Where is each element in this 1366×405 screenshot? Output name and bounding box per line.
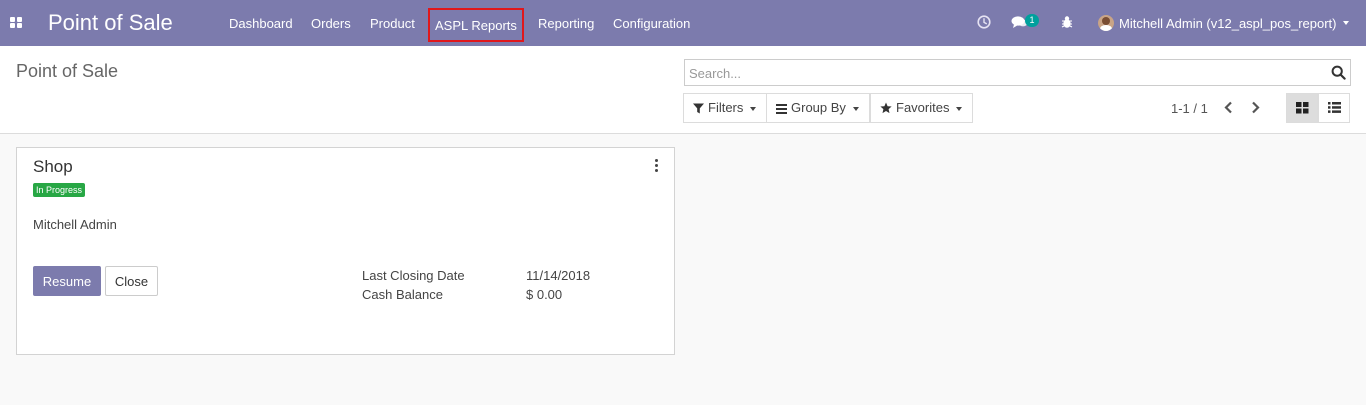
user-menu[interactable]: Mitchell Admin (v12_aspl_pos_report) [1119, 0, 1337, 46]
resume-button[interactable]: Resume [33, 266, 101, 296]
pager-value[interactable]: 1-1 / 1 [1171, 101, 1208, 116]
favorites-button[interactable]: Favorites [870, 93, 974, 123]
cash-balance-value: $ 0.00 [526, 287, 563, 302]
filter-icon [693, 103, 704, 114]
status-badge: In Progress [33, 183, 86, 197]
star-icon [880, 102, 892, 114]
last-closing-date-value: 11/14/2018 [526, 268, 591, 283]
session-user: Mitchell Admin [33, 217, 117, 232]
menu-product[interactable]: Product [370, 0, 415, 46]
chevron-down-icon[interactable] [1343, 21, 1349, 25]
bug-icon[interactable] [1061, 15, 1073, 32]
user-avatar[interactable] [1098, 15, 1114, 31]
last-closing-date-label: Last Closing Date [362, 268, 465, 283]
chevron-right-icon[interactable] [1251, 101, 1260, 117]
menu-dashboard[interactable]: Dashboard [229, 0, 293, 46]
kanban-icon [1296, 102, 1309, 114]
groupby-icon [776, 104, 787, 114]
menu-aspl-reports[interactable]: ASPL Reports [428, 8, 524, 42]
menu-reporting[interactable]: Reporting [538, 0, 594, 46]
top-navbar: Point of Sale Dashboard Orders Product A… [0, 0, 1366, 46]
kanban-view-button[interactable] [1286, 93, 1318, 123]
groupby-label: Group By [791, 100, 846, 115]
chevron-down-icon [956, 106, 963, 111]
app-brand[interactable]: Point of Sale [48, 9, 173, 37]
close-button[interactable]: Close [105, 266, 158, 296]
cash-balance-label: Cash Balance [362, 287, 443, 302]
pos-config-card: Shop In Progress Mitchell Admin Resume C… [16, 147, 675, 355]
chevron-down-icon [750, 106, 757, 111]
filters-label: Filters [708, 100, 744, 115]
chevron-left-icon[interactable] [1224, 101, 1233, 117]
apps-menu-icon[interactable] [10, 17, 23, 29]
list-view-button[interactable] [1318, 93, 1350, 123]
search-bar[interactable] [684, 59, 1351, 86]
search-icon[interactable] [1331, 65, 1346, 83]
search-input[interactable] [689, 64, 1309, 82]
page-title: Point of Sale [16, 61, 119, 81]
clock-icon[interactable] [977, 15, 991, 32]
list-icon [1328, 102, 1341, 113]
control-panel: Point of Sale Filters Group By Favorites… [0, 46, 1366, 134]
chevron-down-icon [852, 106, 859, 111]
menu-configuration[interactable]: Configuration [613, 0, 690, 46]
favorites-label: Favorites [896, 100, 950, 115]
filters-button[interactable]: Filters [683, 93, 768, 123]
menu-orders[interactable]: Orders [311, 0, 351, 46]
card-title[interactable]: Shop [33, 157, 73, 177]
kebab-menu-icon[interactable] [654, 159, 660, 173]
groupby-button[interactable]: Group By [766, 93, 870, 123]
chat-count-badge: 1 [1025, 14, 1039, 27]
